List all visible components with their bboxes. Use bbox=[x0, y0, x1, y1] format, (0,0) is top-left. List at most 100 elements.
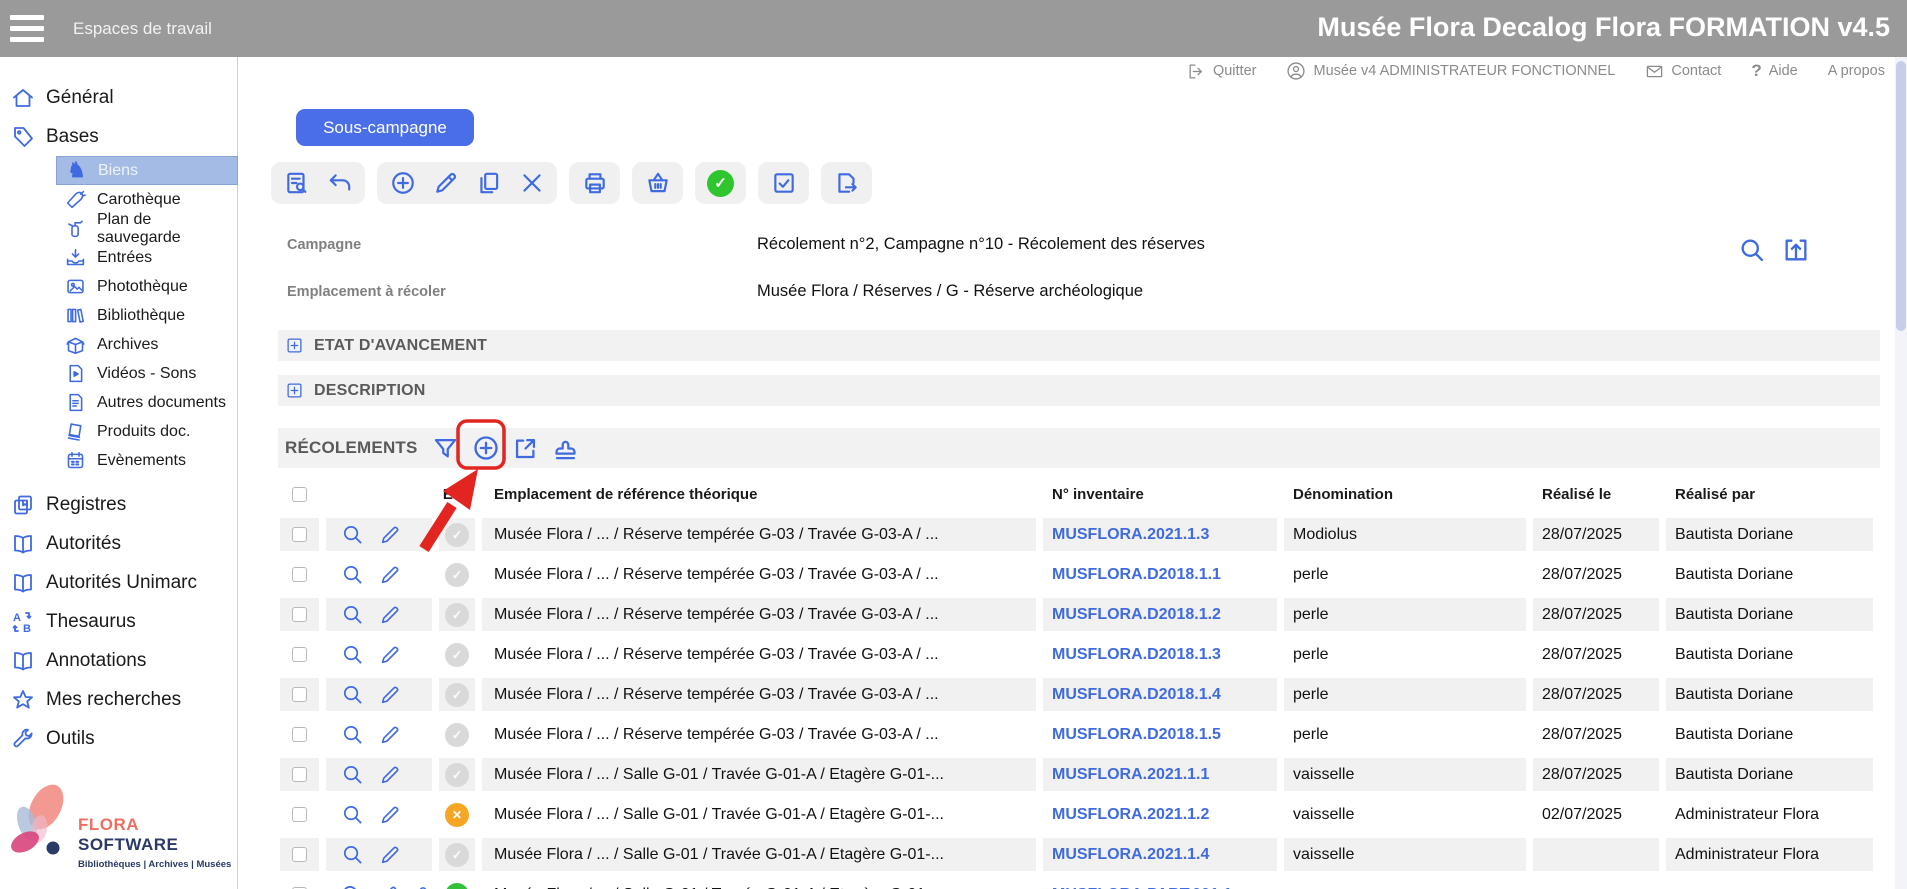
edit-icon[interactable] bbox=[378, 683, 402, 707]
cell-inventaire-link[interactable]: MUSFLORA.D2018.1.4 bbox=[1043, 678, 1277, 711]
reply-icon[interactable] bbox=[326, 170, 353, 197]
view-icon[interactable] bbox=[340, 523, 364, 547]
print-icon[interactable] bbox=[581, 170, 608, 197]
star-icon bbox=[10, 687, 36, 713]
sidebar-item-autres-documents[interactable]: Autres documents bbox=[0, 388, 237, 417]
delete-icon[interactable] bbox=[518, 170, 545, 197]
aide-link[interactable]: ? Aide bbox=[1751, 61, 1797, 81]
basket-icon[interactable] bbox=[644, 170, 671, 197]
edit-icon[interactable] bbox=[378, 723, 402, 747]
cell-inventaire-link[interactable]: MUSFLORA.D2018.1.5 bbox=[1043, 718, 1277, 751]
export-icon[interactable] bbox=[833, 170, 860, 197]
sidebar-item-label: Archives bbox=[97, 336, 158, 354]
main-content: Quitter Musée v4 ADMINISTRATEUR FONCTION… bbox=[238, 57, 1907, 889]
sidebar-item-produits-doc[interactable]: Produits doc. bbox=[0, 417, 237, 446]
tab-sous-campagne[interactable]: Sous-campagne bbox=[296, 109, 474, 146]
edit-icon[interactable] bbox=[432, 170, 459, 197]
row-checkbox[interactable] bbox=[292, 647, 307, 662]
sidebar-item-biens[interactable]: ♞ Biens bbox=[56, 156, 238, 185]
apropos-link[interactable]: A propos bbox=[1828, 63, 1885, 79]
contact-link[interactable]: Contact bbox=[1645, 62, 1721, 81]
checkbox-icon[interactable] bbox=[770, 170, 797, 197]
pin-icon[interactable] bbox=[413, 883, 432, 889]
cell-inventaire-link[interactable]: MUSFLORA.2021.1.3 bbox=[1043, 518, 1277, 551]
section-etat-avancement[interactable]: ETAT D'AVANCEMENT bbox=[278, 330, 1880, 361]
view-icon[interactable] bbox=[340, 563, 364, 587]
row-checkbox[interactable] bbox=[292, 767, 307, 782]
edit-icon[interactable] bbox=[377, 883, 399, 889]
row-checkbox[interactable] bbox=[292, 727, 307, 742]
cell-emplacement: Musée Flora / ... / Salle G-01 / Travée … bbox=[482, 798, 1036, 831]
sidebar-item-bibliotheque[interactable]: Bibliothèque bbox=[0, 301, 237, 330]
hamburger-icon[interactable] bbox=[10, 15, 44, 42]
scrollbar-thumb[interactable] bbox=[1896, 61, 1906, 331]
copy-icon[interactable] bbox=[475, 170, 502, 197]
edit-icon[interactable] bbox=[378, 563, 402, 587]
sidebar-item-archives[interactable]: Archives bbox=[0, 330, 237, 359]
sidebar-item-outils[interactable]: Outils bbox=[0, 719, 237, 758]
sidebar-item-autorites-unimarc[interactable]: Autorités Unimarc bbox=[0, 563, 237, 602]
svg-text:A: A bbox=[13, 612, 21, 624]
edit-icon[interactable] bbox=[378, 523, 402, 547]
sidebar-item-general[interactable]: Général bbox=[0, 78, 237, 117]
cell-denomination: vaisselle bbox=[1284, 758, 1526, 791]
cell-inventaire-link[interactable]: MUSFLORA.2021.1.2 bbox=[1043, 798, 1277, 831]
search-icon[interactable] bbox=[1738, 236, 1766, 264]
edit-icon[interactable] bbox=[378, 763, 402, 787]
sidebar-item-evenements[interactable]: Evènements bbox=[0, 446, 237, 475]
user-account[interactable]: Musée v4 ADMINISTRATEUR FONCTIONNEL bbox=[1286, 61, 1615, 81]
cell-emplacement: Musée Flora / ... / Réserve tempérée G-0… bbox=[482, 598, 1036, 631]
list-search-icon[interactable] bbox=[283, 170, 310, 197]
section-description[interactable]: DESCRIPTION bbox=[278, 375, 1880, 406]
cell-inventaire-link[interactable]: MUSFLORA.D2018.1.1 bbox=[1043, 558, 1277, 591]
select-all-checkbox[interactable] bbox=[292, 487, 307, 502]
workspace-label[interactable]: Espaces de travail bbox=[73, 19, 212, 39]
edit-icon[interactable] bbox=[378, 803, 402, 827]
open-window-icon[interactable] bbox=[1782, 236, 1810, 264]
sidebar-item-label: Général bbox=[46, 87, 114, 109]
edit-icon[interactable] bbox=[378, 643, 402, 667]
cell-inventaire-link[interactable]: MUSFLORA.D2018.1.2 bbox=[1043, 598, 1277, 631]
row-checkbox[interactable] bbox=[292, 847, 307, 862]
cell-inventaire-link[interactable]: MUSFLORA.2021.1.4 bbox=[1043, 838, 1277, 871]
quitter-link[interactable]: Quitter bbox=[1187, 62, 1257, 81]
row-checkbox[interactable] bbox=[292, 807, 307, 822]
view-icon[interactable] bbox=[340, 683, 364, 707]
sidebar-item-phototheque[interactable]: Photothèque bbox=[0, 272, 237, 301]
cell-emplacement: Musée Flora / ... / Réserve tempérée G-0… bbox=[482, 718, 1036, 751]
view-icon[interactable] bbox=[340, 603, 364, 627]
row-checkbox[interactable] bbox=[292, 607, 307, 622]
sidebar-item-mes-recherches[interactable]: Mes recherches bbox=[0, 680, 237, 719]
cell-inventaire-link[interactable]: MUSFLORA.D2018.1.3 bbox=[1043, 638, 1277, 671]
sidebar-item-bases[interactable]: Bases bbox=[0, 117, 237, 156]
edit-icon[interactable] bbox=[378, 603, 402, 627]
add-circle-icon[interactable] bbox=[389, 170, 416, 197]
view-icon[interactable] bbox=[340, 843, 364, 867]
expand-plus-icon[interactable] bbox=[286, 382, 303, 399]
add-circle-icon[interactable] bbox=[472, 434, 500, 462]
filter-icon[interactable] bbox=[432, 434, 460, 462]
row-checkbox[interactable] bbox=[292, 687, 307, 702]
cell-inventaire-link[interactable]: MUSFLORA.2021.1.1 bbox=[1043, 758, 1277, 791]
sidebar-item-autorites[interactable]: Autorités bbox=[0, 524, 237, 563]
view-icon[interactable] bbox=[340, 643, 364, 667]
stamp-icon[interactable] bbox=[552, 434, 580, 462]
validate-green-icon[interactable]: ✓ bbox=[707, 170, 734, 197]
cell-inventaire-link[interactable]: MUSFLORA.PART.001.1 bbox=[1043, 878, 1277, 889]
row-checkbox[interactable] bbox=[292, 527, 307, 542]
expand-plus-icon[interactable] bbox=[286, 337, 303, 354]
row-checkbox[interactable] bbox=[292, 567, 307, 582]
sidebar-item-videos-sons[interactable]: Vidéos - Sons bbox=[0, 359, 237, 388]
external-link-icon[interactable] bbox=[512, 434, 540, 462]
view-icon[interactable] bbox=[340, 723, 364, 747]
sidebar-item-thesaurus[interactable]: AB Thesaurus bbox=[0, 602, 237, 641]
view-icon[interactable] bbox=[340, 763, 364, 787]
vertical-scrollbar[interactable] bbox=[1895, 57, 1907, 889]
view-icon[interactable] bbox=[340, 883, 363, 889]
sidebar-item-plan-sauvegarde[interactable]: Plan de sauvegarde bbox=[0, 214, 237, 243]
view-icon[interactable] bbox=[340, 803, 364, 827]
edit-icon[interactable] bbox=[378, 843, 402, 867]
sidebar-item-annotations[interactable]: Annotations bbox=[0, 641, 237, 680]
sidebar-item-entrees[interactable]: Entrées bbox=[0, 243, 237, 272]
sidebar-item-registres[interactable]: Registres bbox=[0, 485, 237, 524]
